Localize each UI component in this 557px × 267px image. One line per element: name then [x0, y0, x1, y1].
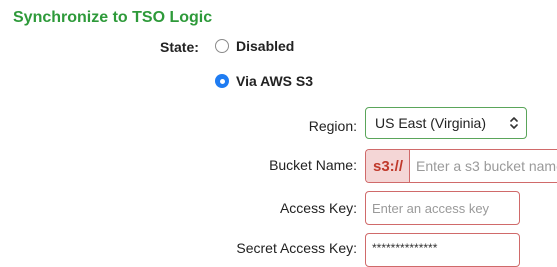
secret-access-key-input[interactable]: **************	[365, 233, 520, 267]
access-key-label: Access Key:	[279, 200, 357, 216]
bucket-prefix: s3://	[366, 150, 411, 182]
state-option-aws-s3[interactable]: Via AWS S3	[215, 73, 313, 89]
region-select[interactable]: US East (Virginia)	[365, 107, 527, 139]
section-title: Synchronize to TSO Logic	[13, 9, 213, 26]
bucket-name-input[interactable]: Enter a s3 bucket name	[410, 150, 557, 182]
radio-disabled[interactable]	[215, 39, 229, 53]
bucket-name-field[interactable]: s3:// Enter a s3 bucket name	[365, 149, 557, 183]
state-label: State:	[160, 39, 199, 55]
state-option-disabled-label: Disabled	[236, 38, 295, 54]
region-select-value: US East (Virginia)	[375, 115, 487, 131]
up-down-chevron-icon	[510, 117, 518, 129]
state-option-aws-s3-label: Via AWS S3	[236, 73, 314, 89]
state-option-disabled[interactable]: Disabled	[215, 38, 294, 54]
radio-aws-s3[interactable]	[215, 74, 229, 88]
secret-access-key-label: Secret Access Key:	[236, 240, 357, 256]
access-key-input[interactable]: Enter an access key	[365, 191, 520, 225]
region-label: Region:	[308, 118, 357, 134]
bucket-name-label: Bucket Name:	[269, 157, 357, 173]
